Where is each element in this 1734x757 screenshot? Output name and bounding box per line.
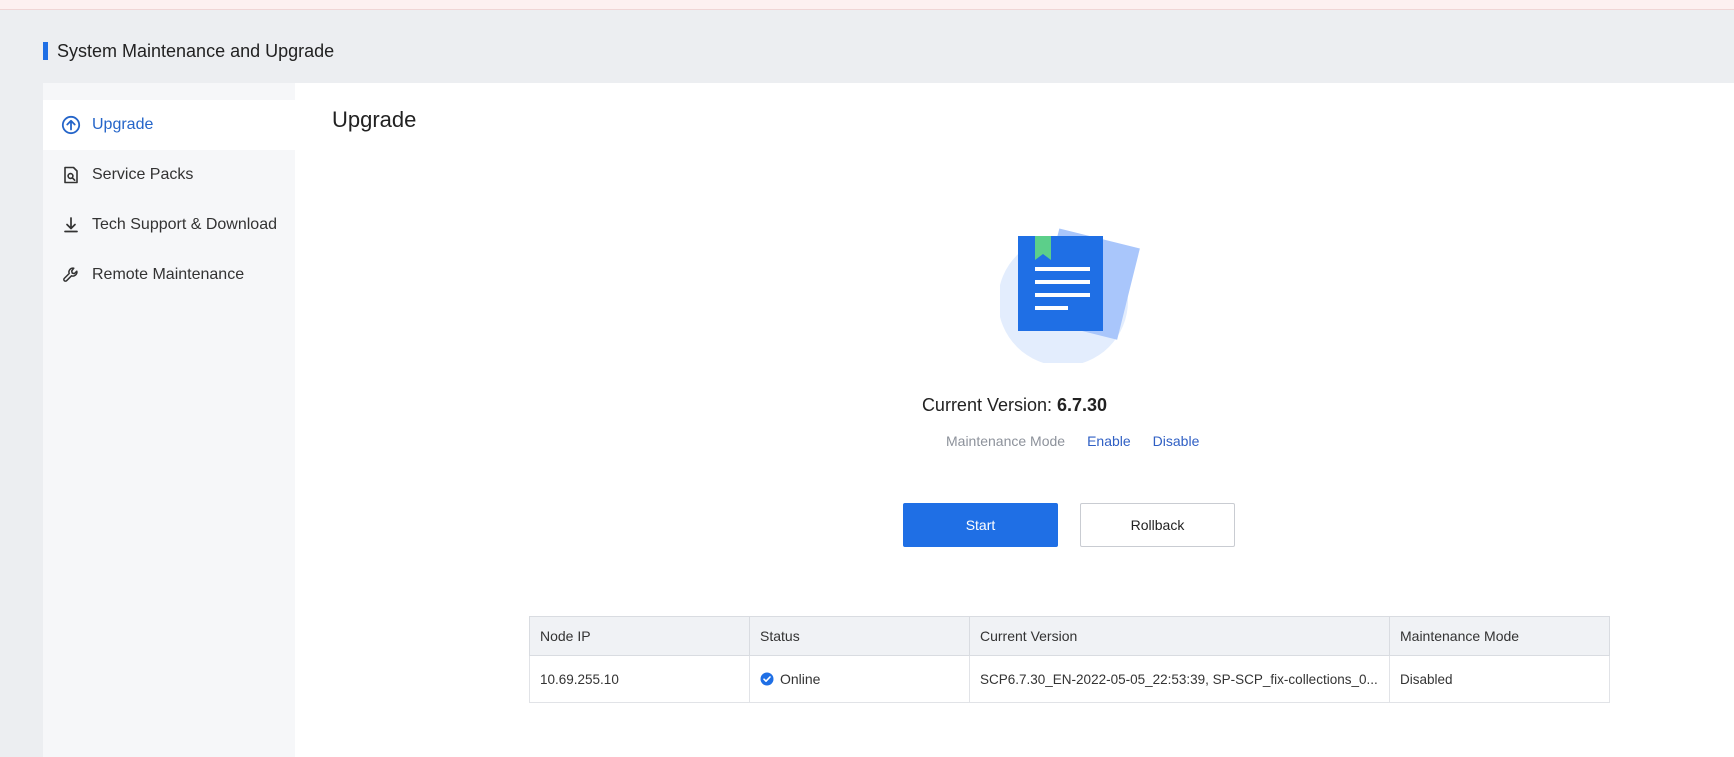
current-version-line: Current Version: 6.7.30 xyxy=(295,395,1734,416)
sidebar-item-tech-support[interactable]: Tech Support & Download xyxy=(43,200,295,250)
disable-link[interactable]: Disable xyxy=(1153,433,1200,449)
sidebar-item-label: Tech Support & Download xyxy=(92,216,277,233)
maintenance-mode-label: Maintenance Mode xyxy=(946,433,1066,449)
cell-maintenance-mode: Disabled xyxy=(1389,655,1610,703)
status-text: Online xyxy=(780,671,821,687)
header-accent-bar xyxy=(43,42,48,60)
cell-current-version: SCP6.7.30_EN-2022-05-05_22:53:39, SP-SCP… xyxy=(969,655,1390,703)
page-header: System Maintenance and Upgrade xyxy=(43,40,334,62)
maintenance-mode-row: Maintenance Mode Enable Disable xyxy=(946,431,1221,451)
column-header-status: Status xyxy=(749,616,970,656)
document-bookmark-icon xyxy=(998,223,1140,366)
table-header-row: Node IP Status Current Version Maintenan… xyxy=(529,616,1610,656)
top-notification-strip xyxy=(0,0,1734,10)
sidebar: Upgrade Service Packs Tech Support & Dow… xyxy=(43,83,295,757)
service-pack-icon xyxy=(60,164,82,186)
wrench-icon xyxy=(60,264,82,286)
column-header-current-version: Current Version xyxy=(969,616,1390,656)
sidebar-item-service-packs[interactable]: Service Packs xyxy=(43,150,295,200)
current-version-label: Current Version: xyxy=(921,395,1052,415)
main-panel: Upgrade Current Version: 6.7.30 Maintena… xyxy=(295,83,1734,757)
table-row: 10.69.255.10 Online SCP6.7.30_EN-2022-05… xyxy=(529,655,1610,703)
section-title: Upgrade xyxy=(332,107,417,132)
start-button[interactable]: Start xyxy=(903,503,1058,547)
cell-node-ip: 10.69.255.10 xyxy=(529,655,750,703)
online-check-icon xyxy=(760,672,774,686)
sidebar-item-label: Service Packs xyxy=(92,166,194,183)
column-header-maintenance-mode: Maintenance Mode xyxy=(1389,616,1610,656)
column-header-node-ip: Node IP xyxy=(529,616,750,656)
download-icon xyxy=(60,214,82,236)
upgrade-circle-arrow-icon xyxy=(60,114,82,136)
enable-link[interactable]: Enable xyxy=(1087,433,1131,449)
current-version-value: 6.7.30 xyxy=(1057,395,1108,415)
sidebar-item-label: Upgrade xyxy=(92,116,154,133)
page-title: System Maintenance and Upgrade xyxy=(57,40,335,61)
sidebar-item-remote-maintenance[interactable]: Remote Maintenance xyxy=(43,250,295,300)
sidebar-item-upgrade[interactable]: Upgrade xyxy=(43,100,295,150)
rollback-button[interactable]: Rollback xyxy=(1080,503,1235,547)
sidebar-item-label: Remote Maintenance xyxy=(92,266,245,283)
nodes-table: Node IP Status Current Version Maintenan… xyxy=(529,616,1610,703)
cell-status: Online xyxy=(749,655,970,703)
